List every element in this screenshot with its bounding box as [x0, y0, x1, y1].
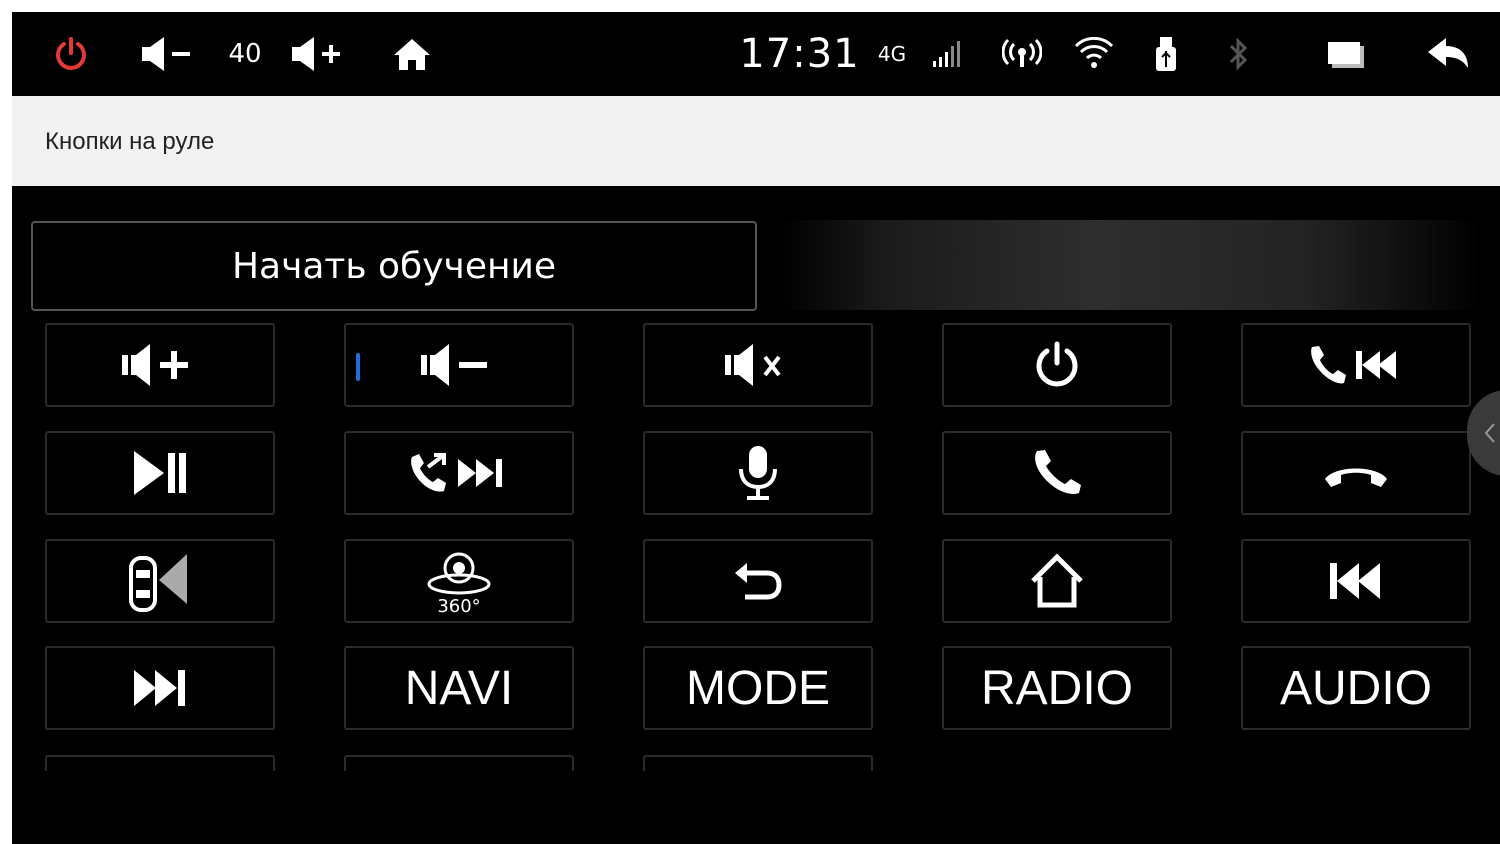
title-bar: Кнопки на руле [12, 96, 1500, 186]
key-audio[interactable]: AUDIO [1241, 646, 1471, 730]
key-next-track[interactable] [45, 646, 275, 730]
window-icon[interactable] [1324, 12, 1368, 96]
key-mode-label: MODE [686, 661, 830, 715]
usb-icon [1150, 12, 1182, 96]
key-camera-360[interactable]: 360° [344, 539, 574, 623]
side-drawer-handle[interactable] [1467, 390, 1500, 476]
page-title: Кнопки на руле [45, 128, 215, 155]
decorative-glow [782, 220, 1482, 310]
network-type-text: 4G [877, 42, 907, 66]
volume-level-text: 40 [228, 39, 262, 69]
key-partial[interactable] [45, 755, 275, 771]
network-type: 4G [872, 12, 912, 96]
volume-level: 40 [220, 12, 270, 96]
key-radio-label: RADIO [980, 661, 1133, 715]
svg-text:360°: 360° [437, 596, 480, 616]
camera-360-icon: 360° [427, 552, 491, 616]
home-icon [1031, 553, 1083, 608]
car-radar-icon [129, 554, 187, 612]
phone-icon [1035, 450, 1081, 494]
call-prev-icon [1311, 346, 1396, 384]
power-icon[interactable] [48, 12, 94, 96]
volume-up-icon [122, 344, 188, 386]
key-play-pause[interactable] [45, 431, 275, 515]
hotspot-icon[interactable] [1000, 12, 1044, 96]
signal-icon [930, 12, 964, 96]
back-icon[interactable] [1424, 12, 1472, 96]
key-volume-down[interactable] [344, 323, 574, 407]
key-power[interactable] [942, 323, 1172, 407]
microphone-icon [739, 446, 777, 500]
home-icon[interactable] [390, 12, 434, 96]
volume-down-icon[interactable] [136, 12, 196, 96]
key-phone[interactable] [942, 431, 1172, 515]
start-learning-button[interactable]: Начать обучение [31, 221, 757, 311]
key-previous-track[interactable] [1241, 539, 1471, 623]
volume-down-icon [421, 344, 487, 386]
play-pause-icon [134, 451, 186, 495]
key-call-prev[interactable] [1241, 323, 1471, 407]
key-mode[interactable]: MODE [643, 646, 873, 730]
hang-up-icon [1325, 468, 1387, 487]
bluetooth-icon[interactable] [1222, 12, 1254, 96]
hangup-next-icon [411, 453, 502, 492]
chevron-left-icon [1484, 423, 1495, 443]
key-mute[interactable] [643, 323, 873, 407]
key-audio-label: AUDIO [1279, 661, 1432, 715]
key-back[interactable] [643, 539, 873, 623]
start-learning-label: Начать обучение [231, 245, 557, 287]
head-unit-screen: 40 17:31 4G Кнопки на руле Начать обучен… [12, 12, 1500, 844]
clock-text: 17:31 [739, 31, 860, 77]
volume-up-icon[interactable] [286, 12, 346, 96]
key-navi-label: NAVI [404, 661, 514, 715]
key-partial[interactable] [344, 755, 574, 771]
key-volume-up[interactable] [45, 323, 275, 407]
key-car-radar[interactable] [45, 539, 275, 623]
back-arrow-icon [735, 563, 782, 600]
status-bar: 40 17:31 4G [12, 12, 1500, 96]
key-home[interactable] [942, 539, 1172, 623]
selection-indicator [356, 353, 360, 381]
key-partial[interactable] [643, 755, 873, 771]
wifi-icon[interactable] [1072, 12, 1116, 96]
next-track-icon [134, 670, 185, 706]
key-navi[interactable]: NAVI [344, 646, 574, 730]
key-hangup-next[interactable] [344, 431, 574, 515]
mute-icon [725, 344, 781, 386]
previous-track-icon [1330, 563, 1380, 599]
key-microphone[interactable] [643, 431, 873, 515]
clock: 17:31 [739, 12, 858, 96]
key-radio[interactable]: RADIO [942, 646, 1172, 730]
power-icon [1036, 341, 1078, 387]
key-hang-up[interactable] [1241, 431, 1471, 515]
